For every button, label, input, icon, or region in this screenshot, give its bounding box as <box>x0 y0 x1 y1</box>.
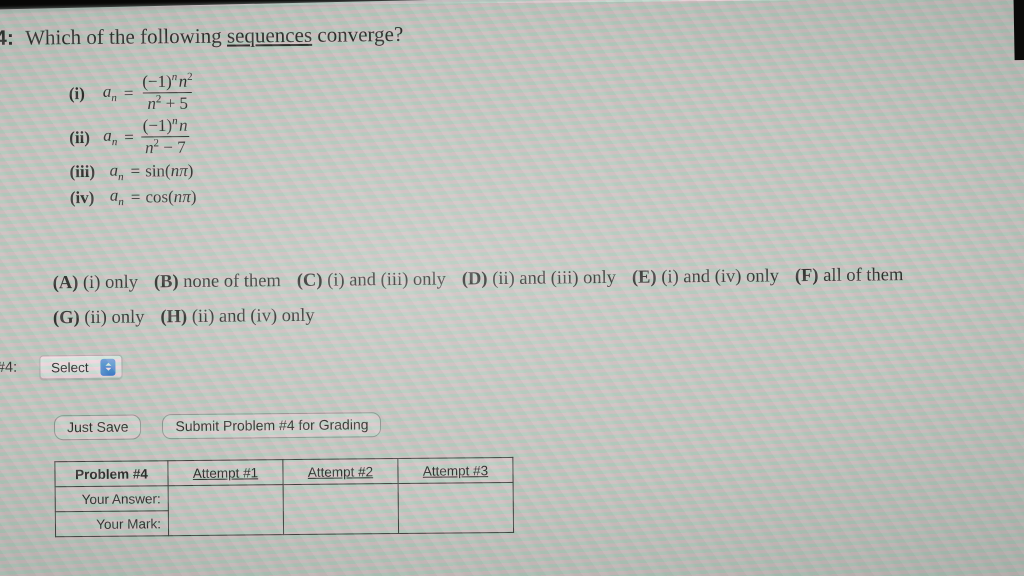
answer-option-f: (F) all of them <box>794 265 904 287</box>
webpage-surface: m #4: Which of the following sequences co… <box>0 0 1024 576</box>
equals-sign-iii: = <box>130 161 141 181</box>
action-buttons: Just Save Submit Problem #4 for Grading <box>53 412 382 441</box>
table-cell-answer-2 <box>283 483 399 510</box>
fraction-numerator-ii: (−1)n n <box>142 115 188 136</box>
equals-sign-iv: = <box>130 187 141 207</box>
problem-number-label: m #4: <box>0 26 15 51</box>
answer-option-e: (E) (i) and (iv) only <box>631 266 780 288</box>
answer-option-d: (D) (ii) and (iii) only <box>461 267 617 290</box>
sequence-item-ii: (ii) an = (−1)n n n2 − 7 <box>69 115 197 158</box>
just-save-button[interactable]: Just Save <box>53 414 142 441</box>
table-cell-answer-1 <box>168 484 284 511</box>
answer-select-value: Select <box>51 359 89 375</box>
sequence-marker-ii: (ii) <box>69 127 91 147</box>
sequence-marker-iv: (iv) <box>69 187 95 207</box>
page-content: m #4: Which of the following sequences co… <box>0 0 1024 576</box>
answer-options-row-1: (A) (i) only (B) none of them (C) (i) and … <box>53 264 1013 294</box>
question-heading: m #4: Which of the following sequences co… <box>0 22 403 51</box>
question-keyword-sequences: sequences <box>226 22 313 48</box>
sequence-marker-iii: (iii) <box>69 162 96 182</box>
answer-option-g: (G) (ii) only <box>52 307 145 329</box>
fraction-i: (−1)n n2 n2 + 5 <box>138 70 197 114</box>
sequence-lhs-iii: an <box>109 160 124 184</box>
table-cell-mark-2 <box>283 508 399 535</box>
attempts-table: Problem #4 Attempt #1 Attempt #2 Attempt… <box>54 457 514 537</box>
table-cell-mark-1 <box>168 509 284 536</box>
sequence-lhs-iv: an <box>109 186 124 209</box>
table-label-your-answer: Your Answer: <box>55 485 169 512</box>
table-cell-mark-3 <box>398 507 514 534</box>
answer-option-c: (C) (i) and (iii) only <box>296 269 446 291</box>
answer-select-dropdown[interactable]: Select <box>38 354 123 380</box>
sequence-expression-iv: cos(nπ) <box>145 186 197 207</box>
table-cell-answer-3 <box>398 482 514 509</box>
table-row-your-mark: Your Mark: <box>55 507 514 537</box>
monitor-bezel-right <box>1013 0 1024 61</box>
submit-for-grading-button[interactable]: Submit Problem #4 for Grading <box>162 412 382 440</box>
fraction-ii: (−1)n n n2 − 7 <box>139 115 192 158</box>
sequence-lhs-ii: an <box>103 126 118 149</box>
sequence-item-iii: (iii) an = sin(nπ) <box>69 160 197 184</box>
table-header-problem: Problem #4 <box>54 460 169 487</box>
sequence-marker-i: (i) <box>68 83 85 103</box>
equals-sign-i: = <box>123 83 134 103</box>
sequence-list: (i) an = (−1)n n2 n2 + 5 (ii) an = (−1)n… <box>68 70 198 212</box>
answer-options-row-2: (G) (ii) only (H) (ii) and (iv) only <box>53 299 1013 329</box>
answer-option-h: (H) (ii) and (iv) only <box>160 305 315 328</box>
chevron-updown-icon[interactable] <box>100 358 116 376</box>
answer-select-label: blem #4: <box>0 359 18 377</box>
question-prompt: Which of the following sequences converg… <box>25 22 403 50</box>
sequence-item-i: (i) an = (−1)n n2 n2 + 5 <box>68 70 197 114</box>
sequence-item-iv: (iv) an = cos(nπ) <box>70 185 198 209</box>
answer-options: (A) (i) only (B) none of them (C) (i) and … <box>53 264 1014 343</box>
table-header-attempt-1: Attempt #1 <box>167 459 284 486</box>
question-prompt-part1: Which of the following <box>25 23 228 50</box>
answer-select-row: blem #4: Select <box>0 354 123 381</box>
sequence-expression-iii: sin(nπ) <box>145 161 194 181</box>
fraction-numerator-i: (−1)n n2 <box>142 70 193 92</box>
photographed-screen: m #4: Which of the following sequences co… <box>0 0 1024 576</box>
fraction-denominator-i: n2 + 5 <box>143 91 193 114</box>
table-header-attempt-3: Attempt #3 <box>397 457 514 484</box>
answer-option-b: (B) none of them <box>153 271 281 293</box>
sequence-lhs-i: an <box>102 82 117 105</box>
answer-option-a: (A) (i) only <box>52 272 139 294</box>
table-label-your-mark: Your Mark: <box>55 510 169 537</box>
question-prompt-part2: converge? <box>311 21 404 47</box>
table-header-attempt-2: Attempt #2 <box>282 458 399 485</box>
equals-sign-ii: = <box>124 127 134 147</box>
fraction-denominator-ii: n2 − 7 <box>140 136 190 158</box>
